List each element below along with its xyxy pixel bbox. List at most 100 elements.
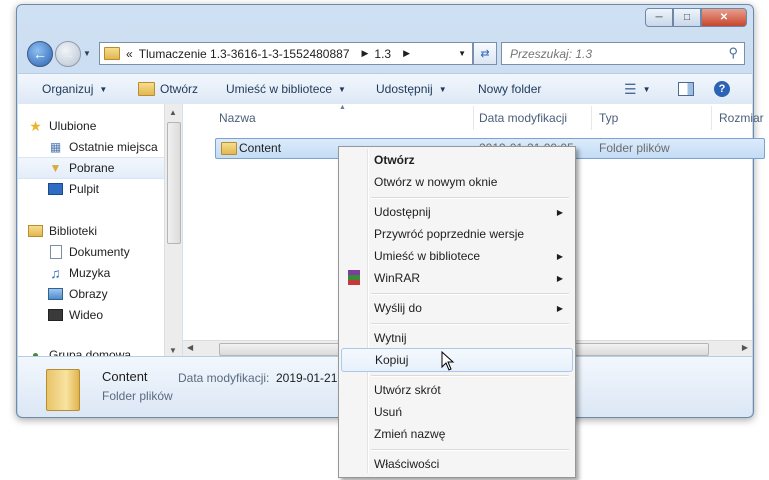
nav-music-label: Muzyka bbox=[69, 266, 111, 280]
nav-desktop-label: Pulpit bbox=[69, 182, 100, 196]
nav-recent-label: Ostatnie miejsca bbox=[69, 140, 158, 154]
menu-cut-label: Wytnij bbox=[374, 331, 407, 345]
breadcrumb-current[interactable]: 1.3 bbox=[374, 47, 391, 61]
submenu-arrow-icon: ▶ bbox=[556, 303, 563, 313]
video-icon bbox=[48, 308, 63, 322]
mouse-pointer-icon bbox=[441, 351, 455, 371]
nav-downloads[interactable]: ▼ Pobrane bbox=[18, 157, 164, 179]
nav-libraries-label: Biblioteki bbox=[49, 224, 98, 238]
arrow-right-icon: → bbox=[61, 46, 75, 62]
folder-icon bbox=[104, 47, 120, 60]
column-size-label: Rozmiar bbox=[719, 111, 764, 125]
command-bar: Organizuj ▼ Otwórz Umieść w bibliotece ▼ U… bbox=[18, 73, 752, 105]
nav-pictures-label: Obrazy bbox=[69, 287, 108, 301]
share-label: Udostępnij bbox=[376, 82, 433, 96]
search-icon[interactable]: ⚲ bbox=[728, 45, 738, 61]
preview-pane-icon bbox=[678, 82, 694, 96]
menu-create-shortcut-label: Utwórz skrót bbox=[374, 383, 441, 397]
column-date-label: Data modyfikacji bbox=[479, 111, 568, 125]
address-bar[interactable]: « Tlumaczenie 1.3-3616-1-3-1552480887 ▶ … bbox=[99, 42, 473, 65]
submenu-arrow-icon: ▶ bbox=[556, 273, 563, 283]
music-icon: ♫ bbox=[50, 265, 61, 281]
chevron-right-icon[interactable]: ▶ bbox=[362, 48, 369, 59]
refresh-button[interactable]: ⇄ bbox=[473, 42, 497, 65]
minimize-button[interactable]: ─ bbox=[645, 8, 673, 27]
back-button[interactable]: ← bbox=[27, 41, 53, 67]
new-folder-button[interactable]: Nowy folder bbox=[478, 74, 541, 104]
nav-favorites-label: Ulubione bbox=[49, 119, 97, 133]
share-button[interactable]: Udostępnij ▼ bbox=[376, 74, 447, 104]
chevron-down-icon: ▼ bbox=[338, 84, 346, 94]
menu-open-label: Otwórz bbox=[374, 153, 415, 167]
recent-pages-dropdown[interactable]: ▼ bbox=[83, 49, 91, 58]
column-type[interactable]: Typ bbox=[599, 104, 618, 132]
scroll-down-icon[interactable]: ▼ bbox=[169, 346, 177, 355]
column-name[interactable]: Nazwa bbox=[219, 104, 256, 132]
menu-include-library-label: Umieść w bibliotece bbox=[374, 249, 481, 263]
column-divider[interactable] bbox=[473, 106, 474, 130]
menu-item-open-new-window[interactable]: Otwórz w nowym oknie bbox=[341, 171, 571, 193]
chevron-down-icon: ▼ bbox=[642, 84, 651, 94]
menu-copy-label: Kopiuj bbox=[375, 353, 409, 367]
include-in-library-button[interactable]: Umieść w bibliotece ▼ bbox=[226, 74, 346, 104]
menu-item-cut[interactable]: Wytnij bbox=[341, 327, 571, 349]
menu-item-share[interactable]: Udostępnij ▶ bbox=[341, 201, 571, 223]
arrow-left-icon: ← bbox=[33, 46, 47, 62]
preview-pane-button[interactable] bbox=[678, 74, 694, 104]
view-list-icon: ☰ bbox=[624, 80, 637, 97]
navigation-pane: ★ Ulubione ▦ Ostatnie miejsca ▼ Pobrane Pul… bbox=[18, 104, 183, 362]
view-options-button[interactable]: ☰ ▼ bbox=[624, 74, 650, 104]
new-folder-label: Nowy folder bbox=[478, 82, 542, 96]
menu-item-winrar[interactable]: WinRAR ▶ bbox=[341, 267, 571, 289]
maximize-button[interactable]: □ bbox=[673, 8, 701, 27]
menu-restore-label: Przywróć poprzednie wersje bbox=[374, 227, 525, 241]
open-button[interactable]: Otwórz bbox=[138, 74, 198, 104]
forward-button[interactable]: → bbox=[55, 41, 81, 67]
help-button[interactable]: ? bbox=[714, 74, 730, 104]
chevron-down-icon: ▼ bbox=[438, 84, 447, 94]
breadcrumb-overflow[interactable]: « bbox=[126, 47, 133, 61]
address-dropdown-icon[interactable]: ▼ bbox=[458, 49, 466, 58]
search-box[interactable]: ⚲ bbox=[501, 42, 745, 65]
column-date[interactable]: Data modyfikacji bbox=[479, 104, 567, 132]
menu-send-to-label: Wyślij do bbox=[374, 301, 422, 315]
menu-item-rename[interactable]: Zmień nazwę bbox=[341, 423, 571, 445]
menu-separator bbox=[371, 323, 569, 325]
menu-item-copy[interactable]: Kopiuj bbox=[341, 348, 573, 372]
menu-item-delete[interactable]: Usuń bbox=[341, 401, 571, 423]
organize-button[interactable]: Organizuj ▼ bbox=[42, 74, 107, 104]
menu-item-send-to[interactable]: Wyślij do ▶ bbox=[341, 297, 571, 319]
column-size[interactable]: Rozmiar bbox=[719, 104, 764, 132]
nav-documents-label: Dokumenty bbox=[69, 245, 130, 259]
organize-label: Organizuj bbox=[42, 82, 94, 96]
menu-item-open[interactable]: Otwórz bbox=[341, 149, 571, 171]
details-date-label: Data modyfikacji: bbox=[178, 371, 270, 385]
documents-icon bbox=[48, 245, 63, 259]
column-name-label: Nazwa bbox=[219, 111, 256, 125]
nav-video-label: Wideo bbox=[69, 308, 104, 322]
menu-item-properties[interactable]: Właściwości bbox=[341, 453, 571, 475]
nav-scrollbar[interactable]: ▲ ▼ bbox=[164, 104, 182, 356]
search-input[interactable] bbox=[508, 45, 722, 62]
column-divider[interactable] bbox=[591, 106, 592, 130]
column-divider[interactable] bbox=[711, 106, 712, 130]
scroll-left-icon[interactable]: ◀ bbox=[187, 343, 193, 352]
breadcrumb-parent[interactable]: Tlumaczenie 1.3-3616-1-3-1552480887 bbox=[139, 47, 350, 61]
folder-icon bbox=[221, 142, 237, 155]
menu-item-restore-versions[interactable]: Przywróć poprzednie wersje bbox=[341, 223, 571, 245]
submenu-arrow-icon: ▶ bbox=[556, 251, 563, 261]
file-name: Content bbox=[239, 141, 282, 155]
scroll-up-icon[interactable]: ▲ bbox=[169, 108, 177, 117]
scroll-right-icon[interactable]: ▶ bbox=[742, 343, 748, 352]
menu-delete-label: Usuń bbox=[374, 405, 403, 419]
close-button[interactable]: ✕ bbox=[701, 8, 747, 27]
column-type-label: Typ bbox=[599, 111, 619, 125]
menu-item-include-library[interactable]: Umieść w bibliotece ▶ bbox=[341, 245, 571, 267]
library-label: Umieść w bibliotece bbox=[226, 82, 333, 96]
menu-separator bbox=[371, 375, 569, 377]
menu-share-label: Udostępnij bbox=[374, 205, 431, 219]
menu-separator bbox=[371, 197, 569, 199]
nav-scroll-thumb[interactable] bbox=[167, 122, 181, 244]
menu-item-create-shortcut[interactable]: Utwórz skrót bbox=[341, 379, 571, 401]
chevron-right-icon[interactable]: ▶ bbox=[403, 48, 410, 59]
